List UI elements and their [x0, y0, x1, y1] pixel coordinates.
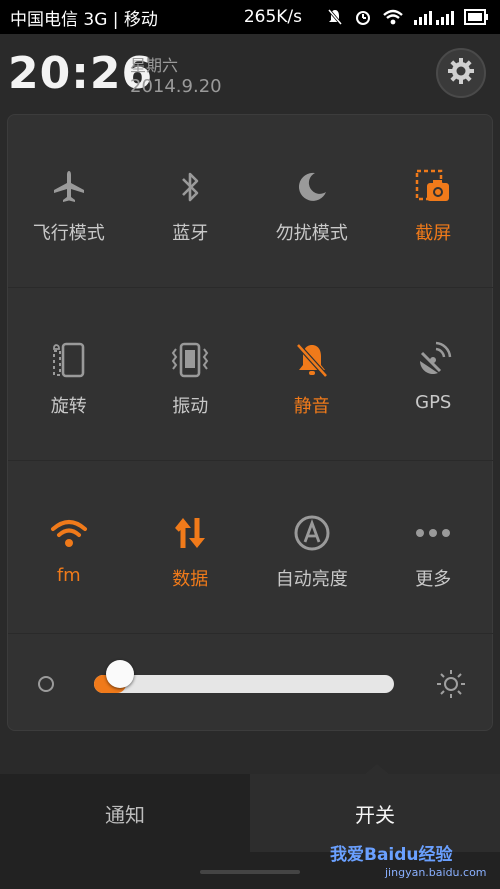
settings-button[interactable] [436, 48, 486, 98]
toggle-bluetooth[interactable]: 蓝牙 [130, 115, 252, 287]
date-label: 2014.9.20 [130, 76, 222, 97]
carrier-label: 中国电信 3G | 移动 [10, 9, 158, 30]
airplane-icon [49, 167, 89, 207]
rotate-icon [49, 340, 89, 380]
toggle-label: fm [56, 565, 81, 586]
brightness-control [8, 634, 494, 732]
low-brightness-icon [38, 676, 54, 692]
shade-header: 20:26 星期六 2014.9.20 [0, 34, 500, 112]
toggle-label: 旋转 [50, 396, 87, 417]
brightness-thumb[interactable] [106, 660, 134, 688]
status-bar: 中国电信 3G | 移动 265K/s [0, 0, 500, 34]
toggle-label: 飞行模式 [32, 223, 105, 244]
toggle-vibrate[interactable]: 振动 [130, 288, 252, 460]
toggle-rotate[interactable]: 旋转 [8, 288, 130, 460]
more-icon [413, 513, 453, 553]
toggle-label: 勿扰模式 [275, 223, 348, 244]
tab-notifications[interactable]: 通知 [0, 774, 250, 852]
toggle-row: 飞行模式 蓝牙 勿扰模式 截屏 [8, 115, 494, 288]
toggle-label: 截屏 [415, 223, 452, 244]
toggle-more[interactable]: 更多 [373, 461, 495, 633]
mute-icon [292, 340, 332, 380]
bluetooth-icon [170, 167, 210, 207]
battery-icon [464, 8, 490, 26]
wifi-icon [49, 513, 89, 553]
alarm-icon [354, 8, 372, 26]
wifi-status-icon [382, 8, 404, 26]
toggle-mute[interactable]: 静音 [251, 288, 373, 460]
toggle-label: 数据 [172, 569, 209, 590]
toggle-label: 静音 [293, 396, 330, 417]
toggle-airplane[interactable]: 飞行模式 [8, 115, 130, 287]
mute-status-icon [326, 8, 344, 26]
data-icon [170, 513, 210, 553]
drag-handle[interactable] [200, 870, 300, 874]
screenshot-icon [413, 167, 453, 207]
toggle-screenshot[interactable]: 截屏 [373, 115, 495, 287]
toggle-label: 振动 [172, 396, 209, 417]
toggle-gps[interactable]: GPS [373, 288, 495, 460]
toggle-label: 蓝牙 [172, 223, 209, 244]
auto-brightness-icon [292, 513, 332, 553]
gps-icon [413, 340, 453, 380]
toggle-row: 旋转 振动 静音 GPS [8, 288, 494, 461]
weekday-label: 星期六 [130, 56, 179, 75]
toggle-data[interactable]: 数据 [130, 461, 252, 633]
toggle-label: 更多 [415, 569, 452, 590]
signal-icon [414, 8, 454, 26]
brightness-slider[interactable] [94, 675, 394, 693]
toggle-row: fm 数据 自动亮度 更多 [8, 461, 494, 634]
vibrate-icon [170, 340, 210, 380]
watermark: 我爱Baidu经验 [330, 845, 453, 865]
notification-shade: 20:26 星期六 2014.9.20 飞行模式 蓝牙 勿扰模式 截屏 旋转 振… [0, 34, 500, 774]
toggle-auto-brightness[interactable]: 自动亮度 [251, 461, 373, 633]
gear-icon [447, 57, 475, 89]
sun-icon [436, 669, 466, 703]
toggle-label: 自动亮度 [275, 569, 348, 590]
toggle-wifi[interactable]: fm [8, 461, 130, 633]
watermark-url: jingyan.baidu.com [385, 866, 487, 879]
toggle-label: GPS [415, 392, 452, 413]
toggle-do-not-disturb[interactable]: 勿扰模式 [251, 115, 373, 287]
moon-icon [292, 167, 332, 207]
network-speed: 265K/s [243, 7, 302, 27]
toggles-panel: 飞行模式 蓝牙 勿扰模式 截屏 旋转 振动 静音 GPS fm 数据 自动亮度 … [7, 114, 494, 732]
